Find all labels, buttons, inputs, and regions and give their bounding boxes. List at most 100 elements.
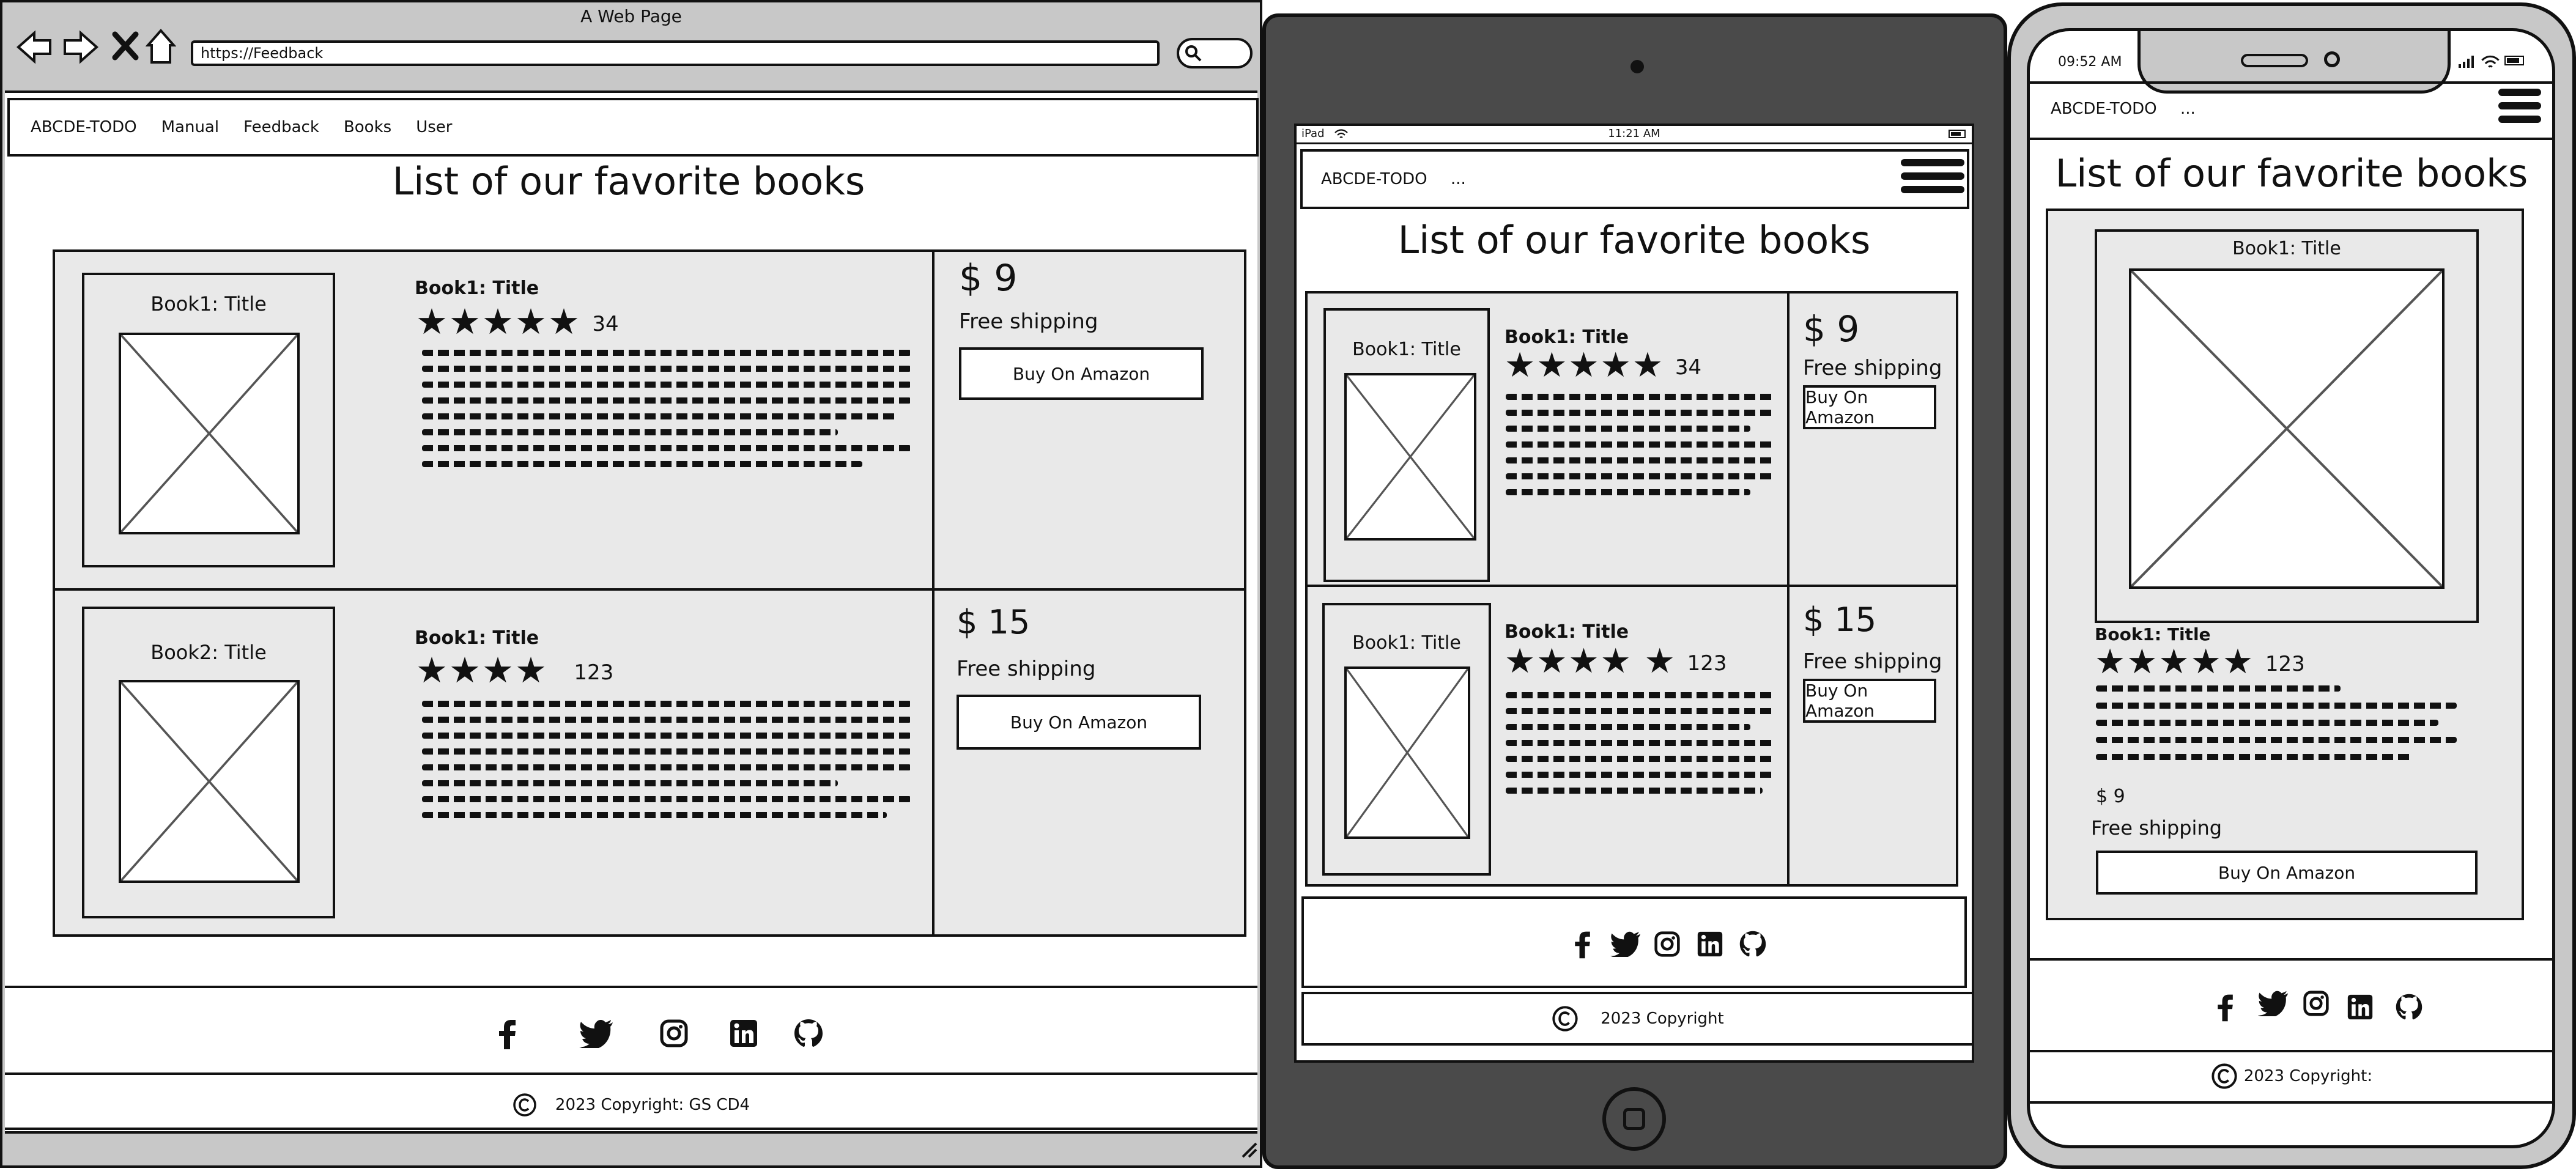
copyright-icon bbox=[513, 1093, 537, 1117]
book-image-title: Book1: Title bbox=[1352, 632, 1461, 654]
github-icon[interactable] bbox=[793, 1017, 824, 1049]
star-rating: ★★★★ ★ 123 bbox=[1505, 644, 1727, 681]
footer-copyright: 2023 Copyright: bbox=[2030, 1051, 2552, 1104]
book-image-title: Book1: Title bbox=[150, 292, 267, 316]
stars: ★★★★ bbox=[416, 649, 548, 691]
book-title: Book1: Title bbox=[1505, 621, 1629, 643]
home-button[interactable] bbox=[1602, 1087, 1666, 1151]
search-box[interactable] bbox=[1177, 38, 1253, 68]
address-bar[interactable]: https://Feedback bbox=[191, 40, 1160, 66]
review-count: 34 bbox=[592, 311, 619, 336]
nav-more[interactable]: ... bbox=[1451, 170, 1466, 188]
card-divider bbox=[932, 252, 935, 588]
phone-screen: 09:52 AM ABCDE-TODO ... List of our favo… bbox=[2027, 28, 2555, 1148]
card-divider bbox=[1787, 587, 1790, 884]
price: $ 9 bbox=[959, 257, 1018, 300]
book-image-placeholder bbox=[119, 680, 300, 883]
footer-copyright: 2023 Copyright: GS CD4 bbox=[5, 1082, 1257, 1130]
card-divider bbox=[932, 591, 935, 934]
facebook-icon[interactable] bbox=[2213, 992, 2238, 1023]
nav-more[interactable]: ... bbox=[2180, 100, 2196, 118]
buy-on-amazon-button[interactable]: Buy On Amazon bbox=[959, 347, 1204, 400]
home-icon[interactable] bbox=[145, 28, 177, 65]
instagram-icon[interactable] bbox=[2303, 990, 2330, 1017]
brand-link[interactable]: ABCDE-TODO bbox=[31, 118, 137, 136]
book-image-frame: Book2: Title bbox=[82, 607, 335, 918]
page-title: List of our favorite books bbox=[2055, 151, 2528, 196]
nav-manual[interactable]: Manual bbox=[161, 118, 219, 136]
back-icon[interactable] bbox=[16, 28, 54, 66]
review-count: 34 bbox=[1675, 355, 1702, 380]
tablet-status-bar: iPad 11:21 AM bbox=[1297, 126, 1972, 144]
desktop-browser-window: A Web Page https://Feedback ABCDE-TODO M… bbox=[0, 0, 1262, 1168]
hamburger-menu-icon[interactable] bbox=[2498, 83, 2541, 129]
book-description bbox=[2096, 685, 2457, 760]
price: $ 9 bbox=[2096, 786, 2125, 807]
facebook-icon[interactable] bbox=[1571, 929, 1595, 960]
github-icon[interactable] bbox=[2394, 992, 2424, 1022]
buy-on-amazon-button[interactable]: Buy On Amazon bbox=[2096, 851, 2478, 895]
stars: ★★★★ ★ bbox=[1505, 641, 1676, 681]
linkedin-icon[interactable] bbox=[2347, 994, 2374, 1021]
twitter-icon[interactable] bbox=[579, 1019, 614, 1050]
book-image-placeholder bbox=[1344, 373, 1476, 541]
search-icon bbox=[1184, 44, 1202, 62]
brand-link[interactable]: ABCDE-TODO bbox=[1321, 170, 1427, 188]
nav-feedback[interactable]: Feedback bbox=[243, 118, 319, 136]
book-image-title: Book1: Title bbox=[2232, 238, 2341, 259]
stars: ★★★★★ bbox=[2095, 642, 2255, 682]
nav-books[interactable]: Books bbox=[344, 118, 391, 136]
instagram-icon[interactable] bbox=[659, 1019, 689, 1048]
stars: ★★★★★ bbox=[416, 301, 581, 342]
book-image-placeholder bbox=[2129, 268, 2445, 589]
window-title: A Web Page bbox=[580, 6, 682, 26]
star-rating: ★★★★★ 34 bbox=[1505, 349, 1701, 385]
wifi-icon bbox=[2481, 54, 2500, 68]
linkedin-icon[interactable] bbox=[729, 1019, 758, 1048]
star-rating: ★★★★ 123 bbox=[416, 652, 613, 691]
book-description bbox=[1506, 394, 1775, 495]
buy-on-amazon-button[interactable]: Buy On Amazon bbox=[1803, 385, 1936, 429]
instagram-icon[interactable] bbox=[1654, 931, 1681, 958]
book-card: Book1: Title Book1: Title ★★★★★ 123 $ 9 … bbox=[2046, 209, 2524, 920]
shipping-label: Free shipping bbox=[1803, 356, 1942, 380]
nav-user[interactable]: User bbox=[416, 118, 452, 136]
book-image-frame: Book1: Title bbox=[1323, 308, 1490, 582]
book-title: Book1: Title bbox=[415, 627, 539, 649]
tablet-screen: iPad 11:21 AM ABCDE-TODO ... List of our… bbox=[1294, 124, 1974, 1063]
shipping-label: Free shipping bbox=[1803, 649, 1942, 674]
book-image-title: Book1: Title bbox=[1352, 339, 1461, 360]
review-count: 123 bbox=[1687, 651, 1727, 676]
resize-grip-icon[interactable] bbox=[1240, 1141, 1259, 1159]
brand-link[interactable]: ABCDE-TODO bbox=[2051, 100, 2157, 118]
footer-social bbox=[2030, 958, 2552, 1052]
github-icon[interactable] bbox=[1738, 929, 1767, 959]
speaker-icon bbox=[2241, 54, 2308, 67]
facebook-icon[interactable] bbox=[494, 1017, 521, 1050]
book-card: Book1: Title Book1: Title ★★★★★ 34 $ 9 F… bbox=[53, 249, 1246, 591]
camera-icon bbox=[1630, 60, 1644, 73]
linkedin-icon[interactable] bbox=[1697, 931, 1723, 958]
book-title: Book1: Title bbox=[415, 278, 539, 299]
book-description bbox=[422, 350, 911, 467]
close-icon[interactable] bbox=[111, 31, 139, 61]
stars: ★★★★★ bbox=[1505, 345, 1665, 385]
camera-icon bbox=[2324, 51, 2340, 67]
buy-on-amazon-button[interactable]: Buy On Amazon bbox=[957, 695, 1201, 750]
page-title: List of our favorite books bbox=[392, 159, 865, 204]
forward-icon[interactable] bbox=[61, 28, 99, 66]
book-card: Book1: Title Book1: Title ★★★★★ 34 $ 9 F… bbox=[1305, 291, 1958, 587]
status-time: 11:21 AM bbox=[1608, 127, 1660, 140]
buy-on-amazon-button[interactable]: Buy On Amazon bbox=[1803, 679, 1936, 723]
copyright-icon bbox=[1552, 1005, 1579, 1032]
card-divider bbox=[1787, 294, 1790, 585]
twitter-icon[interactable] bbox=[2257, 990, 2289, 1018]
book-description bbox=[422, 701, 911, 818]
battery-icon bbox=[1949, 130, 1966, 138]
copyright-text: 2023 Copyright: bbox=[2243, 1067, 2373, 1085]
book-image-frame: Book1: Title bbox=[82, 273, 335, 567]
star-rating: ★★★★★ 34 bbox=[416, 303, 619, 342]
footer-social bbox=[5, 986, 1257, 1075]
twitter-icon[interactable] bbox=[1610, 931, 1641, 959]
hamburger-menu-icon[interactable] bbox=[1901, 153, 1964, 199]
